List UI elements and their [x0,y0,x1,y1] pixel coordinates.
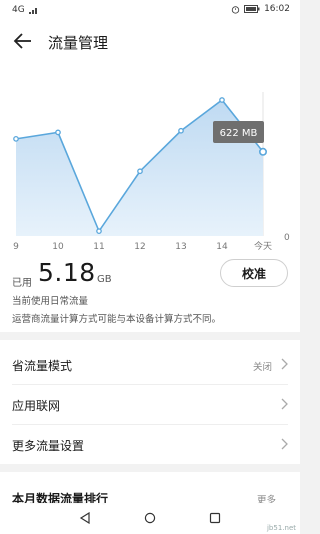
data-point [219,97,225,103]
status-bar: 4G 16:02 [0,0,300,20]
back-arrow-icon[interactable] [12,30,34,52]
chevron-right-icon [281,438,288,450]
alarm-icon [231,5,240,14]
x-tick-label: 13 [175,242,186,252]
x-tick-label: 今天 [254,240,272,252]
settings-list: 省流量模式 关闭 应用联网 更多流量设置 [0,340,300,464]
data-point [137,168,143,175]
row-label: 省流量模式 [12,359,73,373]
settings-row-app-network[interactable]: 应用联网 [12,384,288,425]
usage-card: 9 10 11 12 13 14 今天 0 622 MB 已用 5.18 GB 校准 当前使用日… [0,62,300,332]
nav-back-icon[interactable] [79,512,91,524]
row-value: 关闭 [252,362,272,373]
data-point [178,127,184,134]
network-type: 4G [12,5,25,15]
calibrate-button[interactable]: 校准 [220,259,288,287]
chevron-right-icon [281,358,288,370]
signal-icon [28,8,37,14]
row-label: 更多流量设置 [12,439,85,453]
nav-recent-apps-icon[interactable] [209,512,221,524]
plan-text: 当前使用日常流量 [12,296,89,307]
chart-area [16,100,263,236]
chart-tooltip-label: 622 MB [220,128,258,139]
settings-row-more[interactable]: 更多流量设置 [12,424,288,464]
page-title: 流量管理 [48,34,109,52]
watermark: jb51.net [266,524,296,532]
data-point [13,136,19,142]
chevron-right-icon [281,398,288,410]
battery-icon [244,5,260,13]
clock: 16:02 [264,4,290,14]
row-label: 应用联网 [12,399,61,413]
used-value: 5.18 [38,258,96,287]
used-unit: GB [97,274,112,285]
traffic-chart[interactable]: 9 10 11 12 13 14 今天 0 622 MB [0,62,300,252]
nav-home-icon[interactable] [144,512,156,524]
app-header: 流量管理 [0,20,300,62]
navigation-bar [0,503,300,534]
x-tick-label: 10 [52,242,64,252]
data-point [55,129,61,136]
data-point [258,147,267,156]
used-label: 已用 [12,278,32,289]
x-tick-label: 14 [216,242,228,252]
x-tick-label: 9 [13,242,19,252]
x-tick-label: 12 [134,242,145,252]
data-point [96,228,102,234]
y-zero-label: 0 [284,233,290,243]
x-tick-label: 11 [93,242,104,252]
settings-row-save-mode[interactable]: 省流量模式 关闭 [12,344,288,385]
note-text: 运营商流量计算方式可能与本设备计算方式不同。 [12,314,222,325]
